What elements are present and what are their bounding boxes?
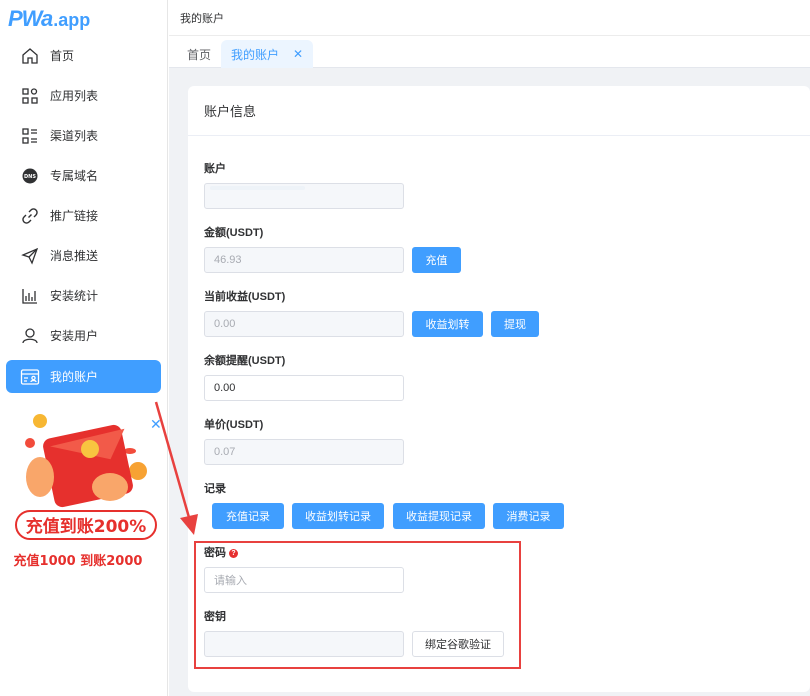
tab-my-account[interactable]: 我的账户 ✕ xyxy=(221,40,314,68)
account-card-icon xyxy=(20,367,40,387)
sidebar-item-label: 渠道列表 xyxy=(50,129,99,143)
promo-headline: 充值到账200% xyxy=(26,516,147,537)
user-icon xyxy=(20,326,40,346)
earnings-field: 0.00 xyxy=(204,311,404,337)
app-logo: PWa .app xyxy=(8,6,90,34)
sidebar-item-push[interactable]: 消息推送 xyxy=(6,239,161,272)
svg-text:DNS: DNS xyxy=(24,174,36,180)
link-icon xyxy=(20,206,40,226)
sidebar-item-install-users[interactable]: 安装用户 xyxy=(6,319,161,352)
sidebar: PWa .app 首页 应用列表 渠道列表 DNS 专属域名 推广链接 消息推送… xyxy=(0,0,168,696)
sidebar-item-home[interactable]: 首页 xyxy=(6,39,161,72)
tab-home[interactable]: 首页 xyxy=(177,40,221,68)
promo-banner[interactable]: 充值到账200% 充值1000 到账2000 xyxy=(10,405,165,575)
balance-alert-value: 0.00 xyxy=(214,382,236,394)
withdraw-button[interactable]: 提现 xyxy=(491,311,539,337)
sidebar-item-label: 消息推送 xyxy=(50,249,99,263)
amount-field: 46.93 xyxy=(204,247,404,273)
red-envelope-illustration: 充值到账200% 充值1000 到账2000 xyxy=(14,414,157,569)
sidebar-item-my-account[interactable]: 我的账户 xyxy=(6,360,161,393)
balance-alert-input[interactable]: 0.00 xyxy=(204,375,404,401)
breadcrumb-current: 我的账户 xyxy=(180,12,224,25)
account-redaction xyxy=(210,186,305,190)
balance-alert-label: 余额提醒(USDT) xyxy=(204,355,286,367)
sidebar-item-label: 我的账户 xyxy=(50,370,99,384)
logo-main-text: PWa xyxy=(8,6,53,31)
sidebar-item-apps[interactable]: 应用列表 xyxy=(6,79,161,112)
sidebar-item-label: 安装统计 xyxy=(50,289,99,303)
sidebar-item-label: 安装用户 xyxy=(50,329,99,343)
sidebar-item-label: 推广链接 xyxy=(50,209,99,223)
sidebar-item-links[interactable]: 推广链接 xyxy=(6,199,161,232)
home-icon xyxy=(20,46,40,66)
earnings-label: 当前收益(USDT) xyxy=(204,291,286,303)
recharge-records-button[interactable]: 充值记录 xyxy=(212,503,284,529)
sidebar-item-label: 应用列表 xyxy=(50,89,99,103)
sidebar-item-install-stats[interactable]: 安装统计 xyxy=(6,279,161,312)
sidebar-item-domains[interactable]: DNS 专属域名 xyxy=(6,159,161,192)
channel-list-icon xyxy=(20,126,40,146)
tab-label: 我的账户 xyxy=(231,47,280,62)
tab-bar: 首页 我的账户 ✕ xyxy=(169,36,810,68)
price-field: 0.07 xyxy=(204,439,404,465)
stats-icon xyxy=(20,286,40,306)
annotation-highlight-box xyxy=(194,541,521,669)
recharge-button[interactable]: 充值 xyxy=(412,247,461,273)
transfer-records-button[interactable]: 收益划转记录 xyxy=(292,503,384,529)
promo-subline: 充值1000 到账2000 xyxy=(14,553,143,569)
price-label: 单价(USDT) xyxy=(204,419,264,431)
dns-icon: DNS xyxy=(20,166,40,186)
transfer-earnings-button[interactable]: 收益划转 xyxy=(412,311,483,337)
account-label: 账户 xyxy=(204,163,226,175)
price-value: 0.07 xyxy=(214,446,236,458)
send-icon xyxy=(20,246,40,266)
card-title: 账户信息 xyxy=(188,86,810,136)
amount-label: 金额(USDT) xyxy=(204,227,264,239)
earnings-value: 0.00 xyxy=(214,318,236,330)
logo-sub-text: .app xyxy=(53,10,91,30)
sidebar-item-label: 专属域名 xyxy=(50,169,99,183)
close-icon[interactable]: ✕ xyxy=(293,47,303,61)
withdraw-records-button[interactable]: 收益提现记录 xyxy=(393,503,485,529)
annotation-arrow xyxy=(154,401,198,535)
tab-label: 首页 xyxy=(187,47,212,62)
sidebar-item-channels[interactable]: 渠道列表 xyxy=(6,119,161,152)
apps-icon xyxy=(20,86,40,106)
consumption-records-button[interactable]: 消费记录 xyxy=(493,503,564,529)
breadcrumb: 我的账户 xyxy=(169,0,810,36)
amount-value: 46.93 xyxy=(214,254,242,266)
sidebar-item-label: 首页 xyxy=(50,49,75,63)
